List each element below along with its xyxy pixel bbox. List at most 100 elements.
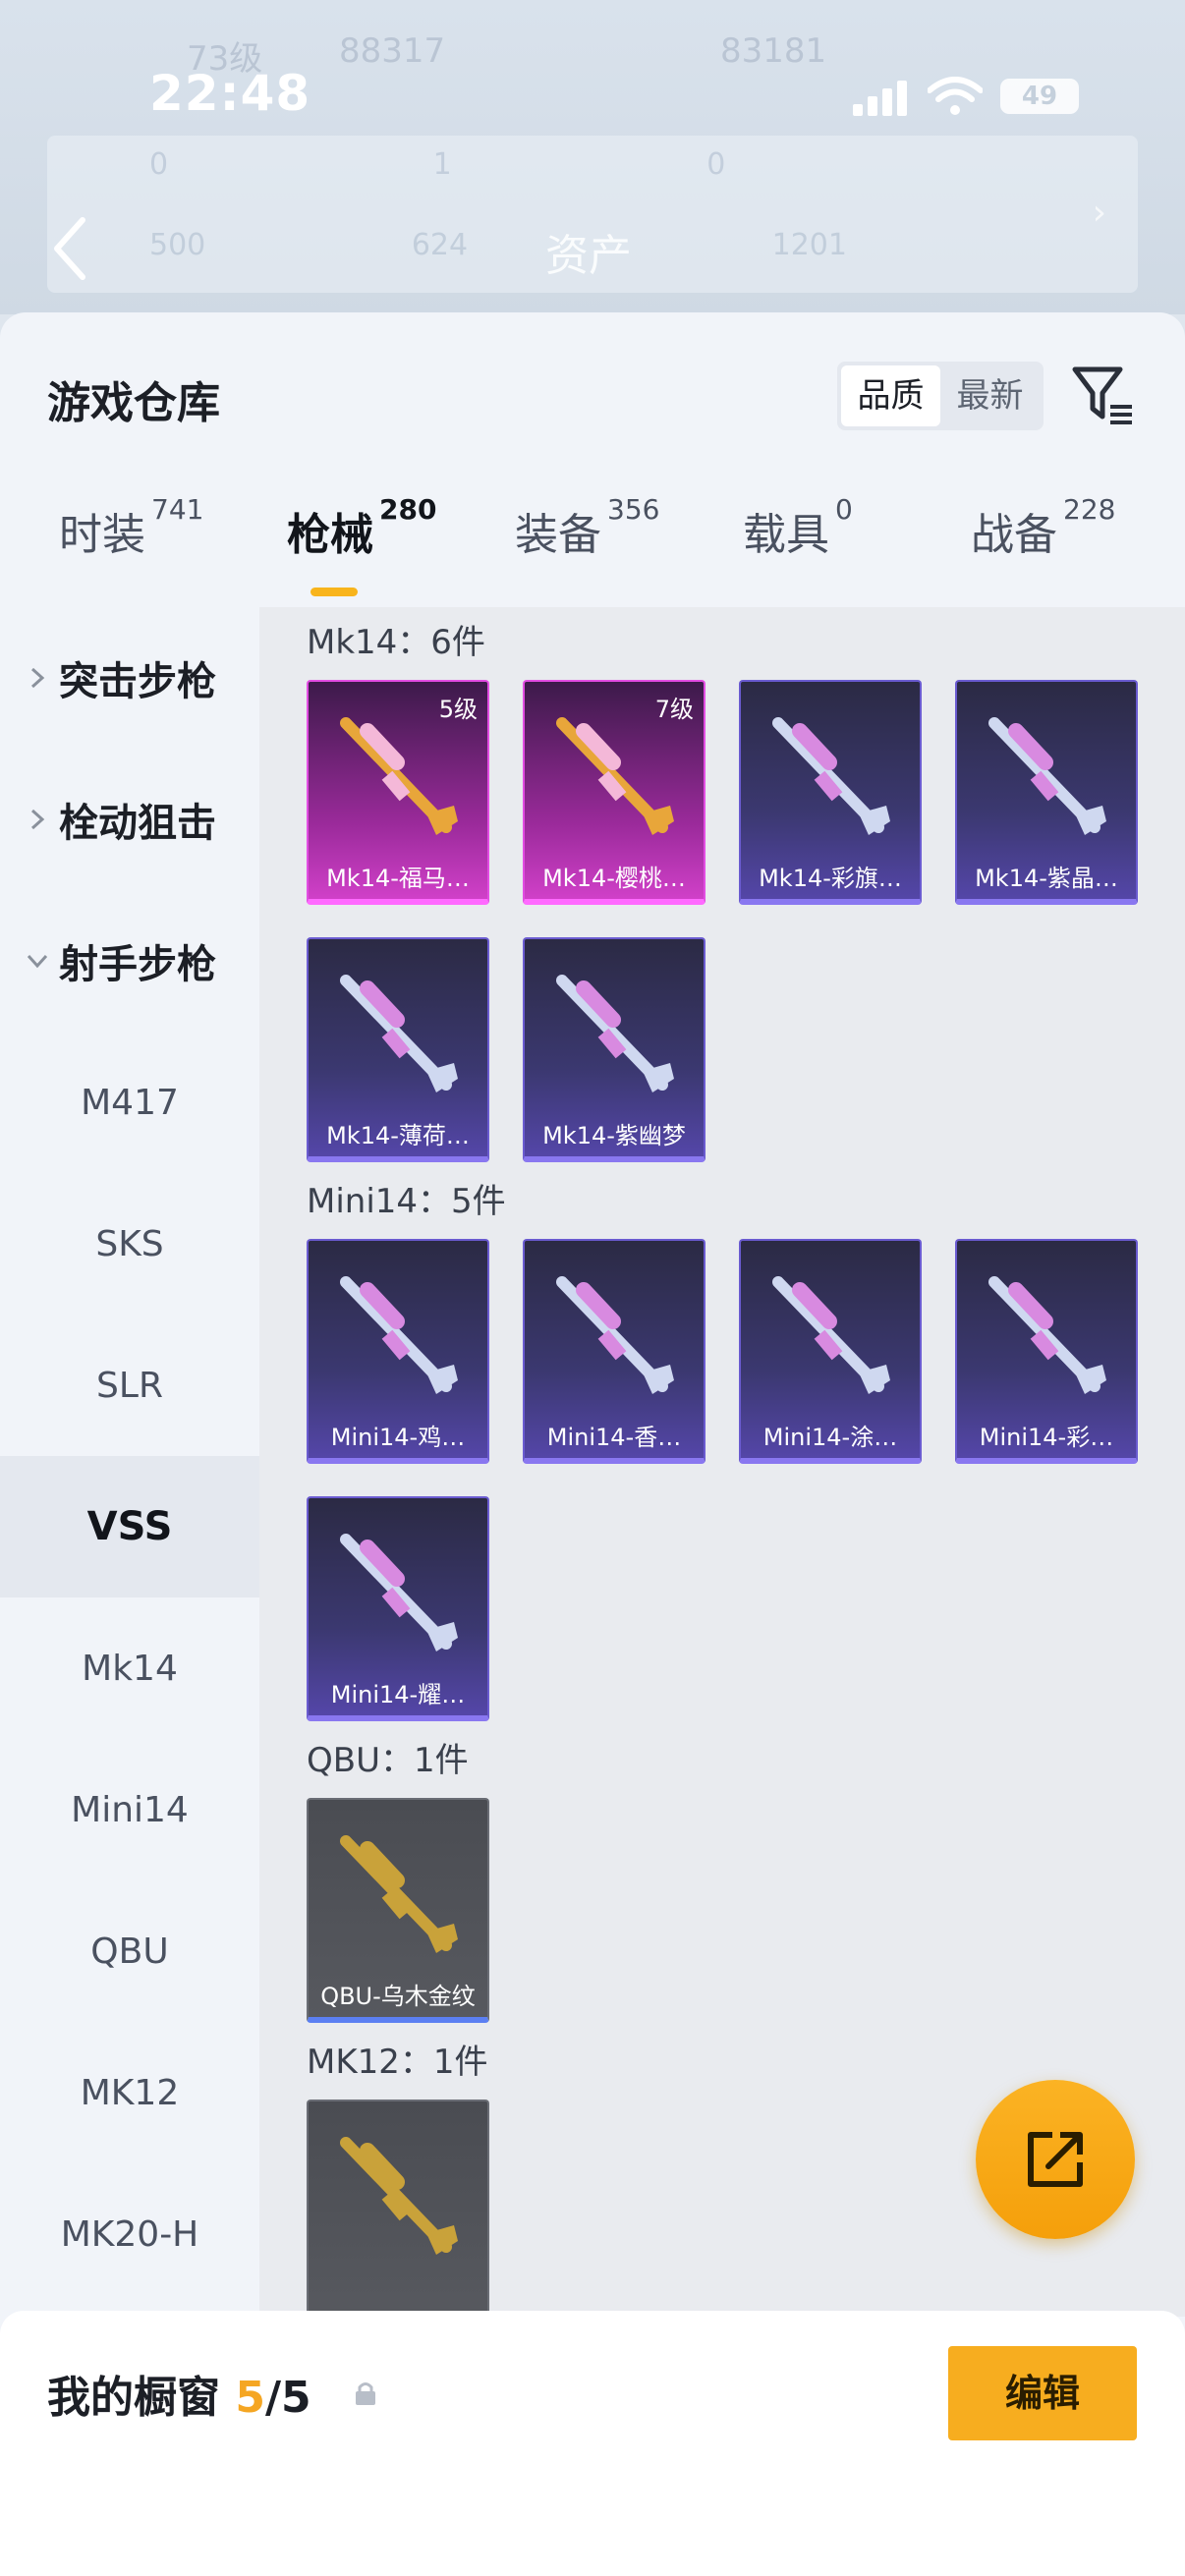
sidebar-item-sks[interactable]: SKS [0, 1173, 259, 1315]
asset-row-1: 0 1 0 [59, 147, 725, 182]
skin-level-badge: 7级 [654, 696, 694, 723]
sidebar-group-assault-rifle[interactable]: 突击步枪 [0, 607, 259, 749]
sidebar-item-mk20h[interactable]: MK20-H [0, 2163, 259, 2305]
weapon-group-title: MK12：1件 [307, 2043, 488, 2082]
rifle-skin-icon [340, 717, 458, 835]
weapon-card[interactable]: Mini14-鸡… [307, 1239, 489, 1464]
sidebar-item-mini14[interactable]: Mini14 [0, 1739, 259, 1880]
rifle-skin-icon [556, 717, 674, 835]
rifle-skin-icon [556, 975, 674, 1092]
sidebar-group-bolt-sniper[interactable]: 栓动狙击 [0, 749, 259, 890]
showcase-total: 5 [281, 2373, 311, 2423]
weapon-group-title: Mini14：5件 [307, 1182, 506, 1221]
inventory-sheet: 游戏仓库 品质 最新 时装741 枪械280 装备356 载具0 战备228 突… [0, 312, 1185, 2576]
weapon-card[interactable]: Mk14-薄荷… [307, 937, 489, 1162]
filter-icon[interactable] [1071, 362, 1136, 430]
weapon-card[interactable]: Mini14-香… [523, 1239, 705, 1464]
category-tabs: 时装741 枪械280 装备356 载具0 战备228 [0, 493, 1185, 607]
showcase-title: 我的橱窗 [47, 2373, 220, 2423]
weapon-card-name: QBU-乌木金纹 [320, 1983, 476, 2010]
asset-value: 0 [149, 147, 169, 182]
rifle-skin-icon [340, 2137, 458, 2255]
weapon-card[interactable]: Mini14-耀… [307, 1496, 489, 1721]
weapon-card-name: Mk14-樱桃… [542, 865, 686, 892]
showcase-bar: 我的橱窗 5/5 编辑 [0, 2311, 1185, 2576]
tab-label: 载具 [743, 510, 829, 560]
tab-count: 356 [607, 493, 660, 526]
tab-vehicles[interactable]: 载具0 [743, 493, 853, 562]
asset-value: 624 [411, 228, 469, 262]
sidebar-group-label: 栓动狙击 [59, 801, 216, 846]
weapon-card[interactable]: Mini14-涂… [739, 1239, 922, 1464]
sidebar-item-mk12[interactable]: MK12 [0, 2022, 259, 2163]
weapon-card-name: Mini14-涂… [762, 1424, 898, 1451]
weapon-group-title: QBU：1件 [307, 1741, 469, 1780]
sidebar-item-mk14[interactable]: Mk14 [0, 1597, 259, 1739]
tab-fashion[interactable]: 时装741 [59, 493, 203, 562]
rifle-skin-icon [340, 1534, 458, 1652]
asset-value: 1201 [771, 228, 847, 262]
rifle-skin-icon [772, 717, 890, 835]
tab-label: 战备 [971, 510, 1057, 560]
weapon-card[interactable]: 7级 Mk14-樱桃… [523, 680, 705, 905]
weapon-card[interactable]: Mk14-紫幽梦 [523, 937, 705, 1162]
sidebar-item-slr[interactable]: SLR [0, 1315, 259, 1456]
rifle-skin-icon [556, 1276, 674, 1394]
tab-count: 228 [1063, 493, 1116, 526]
wifi-icon [928, 77, 983, 115]
weapon-card-name: Mk14-紫晶… [975, 865, 1118, 892]
sidebar-item-vss[interactable]: VSS [0, 1456, 259, 1597]
back-arrow-icon[interactable] [49, 214, 88, 283]
showcase-count: 5 [235, 2373, 265, 2423]
sheet-header: 游戏仓库 品质 最新 [0, 312, 1185, 430]
showcase-separator: / [264, 2373, 282, 2423]
battery-icon: 49 [1000, 79, 1079, 114]
weapon-card-name: Mk14-彩旗… [759, 865, 902, 892]
rifle-skin-icon [340, 975, 458, 1092]
weapon-card-name: Mini14-耀… [330, 1681, 466, 1708]
status-time: 22:48 [149, 65, 311, 122]
sidebar-group-marksman-rifle[interactable]: 射手步枪 [0, 890, 259, 1032]
sidebar-item-qbu[interactable]: QBU [0, 1880, 259, 2022]
rifle-skin-icon [340, 1276, 458, 1394]
tab-label: 时装 [59, 510, 145, 560]
asset-value: 500 [149, 228, 206, 262]
weapon-card[interactable]: Mk14-彩旗… [739, 680, 922, 905]
chevron-right-icon [30, 809, 45, 830]
weapon-card-name: Mk14-薄荷… [326, 1122, 470, 1149]
weapon-card[interactable]: Mk14-紫晶… [955, 680, 1138, 905]
tab-count: 280 [379, 493, 437, 526]
tab-label: 装备 [515, 510, 601, 560]
asset-row-2: 500 624 1201 [59, 228, 847, 262]
asset-value: 1 [432, 147, 452, 182]
tab-count: 0 [835, 493, 853, 526]
share-icon [1028, 2132, 1083, 2187]
tab-weapons[interactable]: 枪械280 [287, 493, 436, 562]
weapon-card-name: Mk14-紫幽梦 [542, 1122, 686, 1149]
chevron-right-icon [30, 667, 45, 689]
tab-count: 741 [151, 493, 204, 526]
tab-label: 枪械 [287, 510, 373, 560]
edit-button[interactable]: 编辑 [948, 2346, 1137, 2440]
weapon-card[interactable] [307, 2100, 489, 2317]
sidebar-item-m417[interactable]: M417 [0, 1032, 259, 1173]
weapon-grid: Mk14：6件 5级 Mk14-福马… 7级 Mk14-樱桃… Mk14-彩旗… Mk14-… [259, 607, 1185, 2317]
sort-newest-button[interactable]: 最新 [940, 365, 1040, 426]
rifle-skin-icon [772, 1276, 890, 1394]
rifle-skin-icon [988, 1276, 1106, 1394]
sort-quality-button[interactable]: 品质 [841, 365, 940, 426]
cellular-signal-icon [853, 81, 907, 116]
weapon-card-name: Mini14-彩… [979, 1424, 1114, 1451]
weapon-card[interactable]: QBU-乌木金纹 [307, 1798, 489, 2023]
sort-toggle: 品质 最新 [837, 362, 1044, 430]
skin-level-badge: 5级 [438, 696, 478, 723]
share-button[interactable] [976, 2080, 1135, 2239]
weapon-group-title: Mk14：6件 [307, 623, 485, 662]
chevron-right-icon: › [1092, 193, 1106, 233]
weapon-card[interactable]: 5级 Mk14-福马… [307, 680, 489, 905]
lock-icon [356, 2382, 375, 2405]
tab-supplies[interactable]: 战备228 [971, 493, 1115, 562]
weapon-card[interactable]: Mini14-彩… [955, 1239, 1138, 1464]
rifle-skin-icon [988, 717, 1106, 835]
tab-equipment[interactable]: 装备356 [515, 493, 659, 562]
